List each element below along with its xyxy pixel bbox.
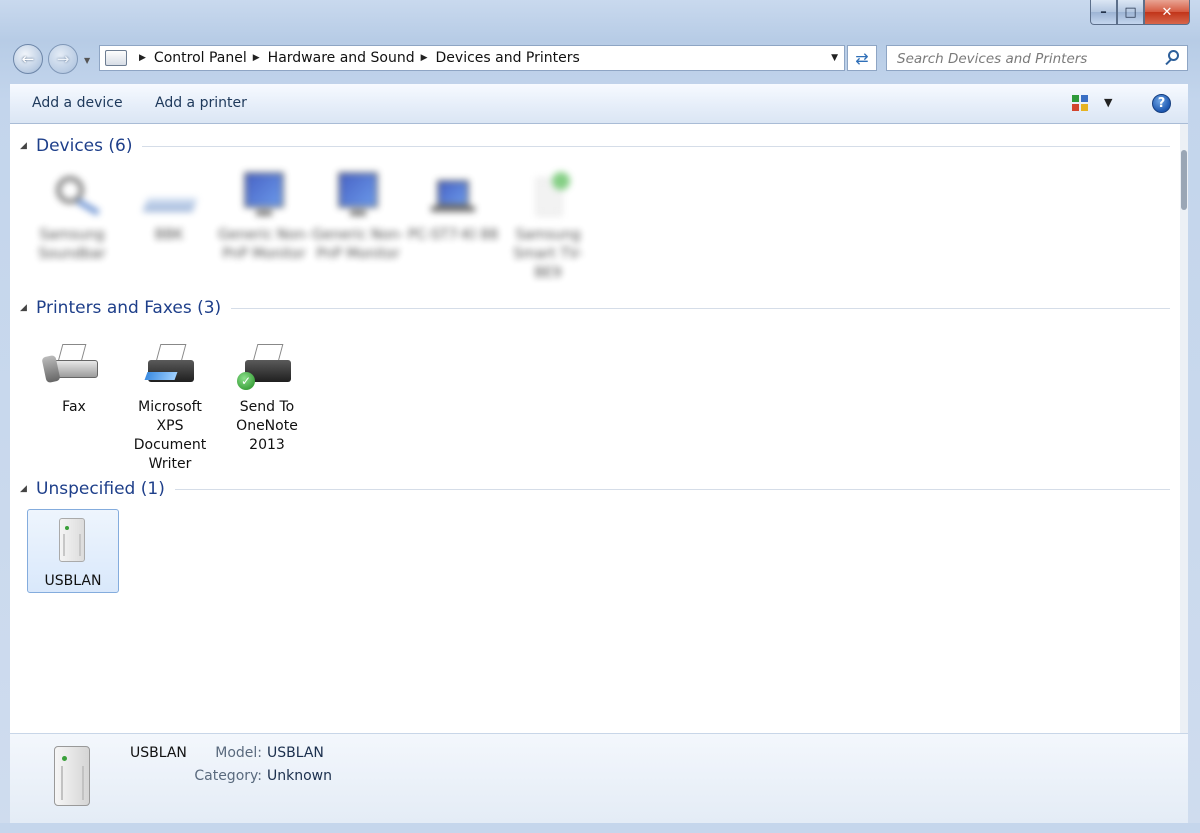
search-input[interactable]	[895, 47, 1164, 71]
default-printer-check-icon: ✓	[237, 372, 255, 390]
window-frame-bottom	[0, 823, 1200, 833]
group-title: Unspecified (1)	[36, 479, 165, 499]
breadcrumb-control-panel[interactable]: Control Panel	[154, 50, 247, 66]
device-label: Generic Non-PnP Monitor	[218, 227, 310, 262]
usb-device-icon	[48, 746, 98, 810]
group-divider	[174, 488, 1170, 490]
breadcrumb-separator-icon[interactable]: ▶	[421, 53, 428, 63]
details-model-value: USBLAN	[267, 745, 324, 761]
device-label: Generic Non-PnP Monitor	[312, 227, 404, 262]
device-item[interactable]: PC-ST7-KI 88	[407, 170, 499, 245]
details-pane: USBLAN Model: USBLAN Category: Unknown	[10, 733, 1188, 823]
device-label: Samsung Smart TV-BE9	[513, 227, 583, 281]
laptop-icon	[421, 170, 485, 222]
device-label: BBK	[154, 227, 184, 243]
details-category-label: Category:	[194, 768, 262, 784]
device-label: PC-ST7-KI 88	[407, 227, 499, 243]
help-icon[interactable]: ?	[1152, 94, 1171, 113]
group-divider	[142, 145, 1170, 147]
scrollbar-thumb[interactable]	[1181, 150, 1187, 210]
change-view-icon[interactable]	[1072, 95, 1088, 111]
title-bar: – □ ✕	[0, 0, 1200, 36]
group-header-printers[interactable]: ◢ Printers and Faxes (3)	[20, 298, 1180, 318]
breadcrumb-separator-icon[interactable]: ▶	[139, 53, 146, 63]
group-header-devices[interactable]: ◢ Devices (6)	[20, 136, 1180, 156]
search-box[interactable]	[886, 45, 1188, 71]
breadcrumb-devices-and-printers[interactable]: Devices and Printers	[436, 50, 580, 66]
printer-item-onenote[interactable]: ✓ Send To OneNote 2013	[221, 342, 313, 455]
collapse-triangle-icon[interactable]: ◢	[20, 484, 36, 494]
collapse-triangle-icon[interactable]: ◢	[20, 303, 36, 313]
device-item[interactable]: Generic Non-PnP Monitor	[218, 170, 310, 264]
printer-icon	[138, 342, 202, 394]
breadcrumb-hardware-and-sound[interactable]: Hardware and Sound	[268, 50, 415, 66]
device-item[interactable]: Samsung Soundbar	[26, 170, 118, 264]
recent-pages-dropdown-icon[interactable]: ▼	[84, 56, 90, 65]
close-button[interactable]: ✕	[1144, 0, 1190, 25]
monitor-icon	[232, 170, 296, 222]
navigation-bar: ← → ▼ ▶ Control Panel ▶ Hardware and Sou…	[0, 40, 1200, 76]
search-icon[interactable]	[1168, 50, 1179, 61]
collapse-triangle-icon[interactable]: ◢	[20, 141, 36, 151]
maximize-button[interactable]: □	[1117, 0, 1144, 25]
bbk-device-icon	[137, 170, 201, 222]
control-panel-icon	[105, 50, 127, 66]
forward-button[interactable]: →	[48, 44, 78, 74]
group-title: Printers and Faxes (3)	[36, 298, 222, 318]
printer-label: Fax	[62, 399, 86, 415]
group-title: Devices (6)	[36, 136, 133, 156]
vertical-scrollbar[interactable]	[1180, 124, 1188, 733]
refresh-button[interactable]: ⇄	[847, 45, 877, 71]
smart-tv-icon	[516, 170, 580, 222]
fax-icon	[41, 342, 106, 394]
device-item[interactable]: Samsung Smart TV-BE9	[502, 170, 594, 283]
back-button[interactable]: ←	[13, 44, 43, 74]
printer-label: Microsoft XPS Document Writer	[133, 399, 207, 472]
device-item[interactable]: Generic Non-PnP Monitor	[312, 170, 404, 264]
view-options-dropdown-icon[interactable]: ▼	[1104, 96, 1112, 109]
devices-view: ◢ Devices (6) Samsung Soundbar BBK Gener…	[10, 124, 1180, 733]
details-category-value: Unknown	[267, 768, 332, 784]
unspecified-item-usblan[interactable]: USBLAN	[27, 509, 119, 593]
device-label: USBLAN	[44, 573, 102, 589]
minimize-button[interactable]: –	[1090, 0, 1117, 25]
add-device-button[interactable]: Add a device	[32, 95, 123, 111]
add-printer-button[interactable]: Add a printer	[155, 95, 247, 111]
monitor-icon	[326, 170, 390, 222]
devices-and-printers-window: – □ ✕ ← → ▼ ▶ Control Panel ▶ Hardware a…	[0, 0, 1200, 833]
group-header-unspecified[interactable]: ◢ Unspecified (1)	[20, 479, 1180, 499]
soundbar-icon	[40, 170, 104, 222]
device-item[interactable]: BBK	[123, 170, 215, 245]
usb-device-icon	[41, 516, 105, 568]
caption-buttons: – □ ✕	[1090, 0, 1190, 25]
printer-label: Send To OneNote 2013	[236, 399, 298, 453]
printer-item-fax[interactable]: Fax	[28, 342, 120, 417]
address-dropdown-icon[interactable]: ▼	[831, 53, 838, 63]
device-label: Samsung Soundbar	[38, 227, 106, 262]
address-bar[interactable]: ▶ Control Panel ▶ Hardware and Sound ▶ D…	[99, 45, 845, 71]
details-model-label: Model:	[215, 745, 262, 761]
breadcrumb-separator-icon[interactable]: ▶	[253, 53, 260, 63]
group-divider	[231, 307, 1170, 309]
printer-icon: ✓	[235, 342, 299, 394]
printer-item-xps[interactable]: Microsoft XPS Document Writer	[124, 342, 216, 474]
command-bar: Add a device Add a printer ▼ ?	[10, 84, 1188, 124]
